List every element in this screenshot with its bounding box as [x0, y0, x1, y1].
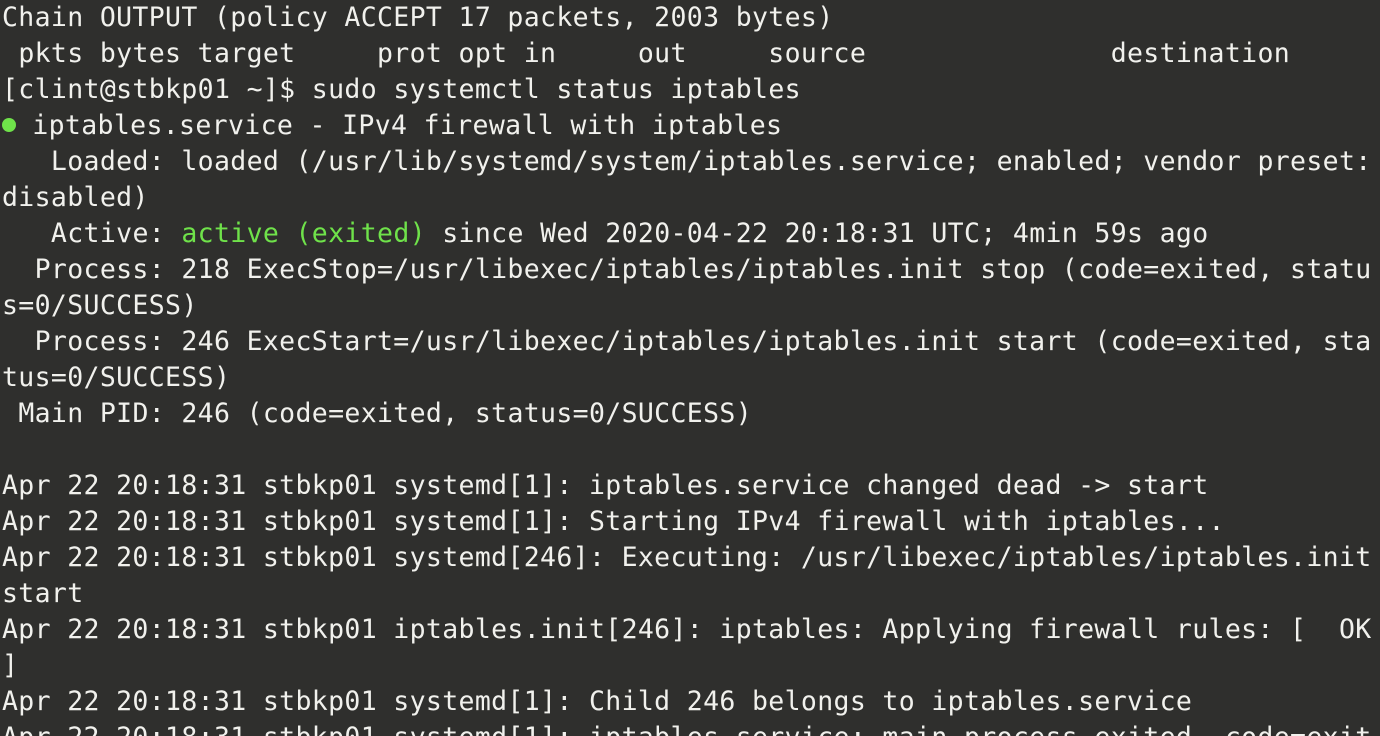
active-label: Active: [2, 218, 181, 249]
loaded-line: Loaded: loaded (/usr/lib/systemd/system/… [2, 146, 1380, 213]
process-start-line: Process: 246 ExecStart=/usr/libexec/ipta… [2, 326, 1372, 393]
command-text: sudo systemctl status iptables [312, 74, 801, 105]
service-line-space [16, 110, 32, 141]
journal-line: Apr 22 20:18:31 stbkp01 systemd[1]: Chil… [2, 686, 1192, 717]
journal-line: Apr 22 20:18:31 stbkp01 systemd[1]: ipta… [2, 470, 1209, 501]
process-stop-line: Process: 218 ExecStop=/usr/libexec/iptab… [2, 254, 1372, 321]
status-dot-icon [2, 118, 16, 132]
service-description-line: iptables.service - IPv4 firewall with ip… [32, 110, 782, 141]
shell-prompt: [clint@stbkp01 ~]$ [2, 74, 312, 105]
terminal-output[interactable]: Chain OUTPUT (policy ACCEPT 17 packets, … [0, 0, 1380, 736]
iptables-header-line: pkts bytes target prot opt in out source… [2, 38, 1290, 69]
iptables-chain-line: Chain OUTPUT (policy ACCEPT 17 packets, … [2, 2, 834, 33]
journal-line: Apr 22 20:18:31 stbkp01 systemd[246]: Ex… [2, 542, 1380, 609]
journal-line: Apr 22 20:18:31 stbkp01 iptables.init[24… [2, 614, 1380, 681]
active-status: active (exited) [181, 218, 426, 249]
journal-line: Apr 22 20:18:31 stbkp01 systemd[1]: Star… [2, 506, 1225, 537]
active-since: since Wed 2020-04-22 20:18:31 UTC; 4min … [426, 218, 1209, 249]
journal-line: Apr 22 20:18:31 stbkp01 systemd[1]: ipta… [2, 722, 1372, 736]
main-pid-line: Main PID: 246 (code=exited, status=0/SUC… [2, 398, 752, 429]
